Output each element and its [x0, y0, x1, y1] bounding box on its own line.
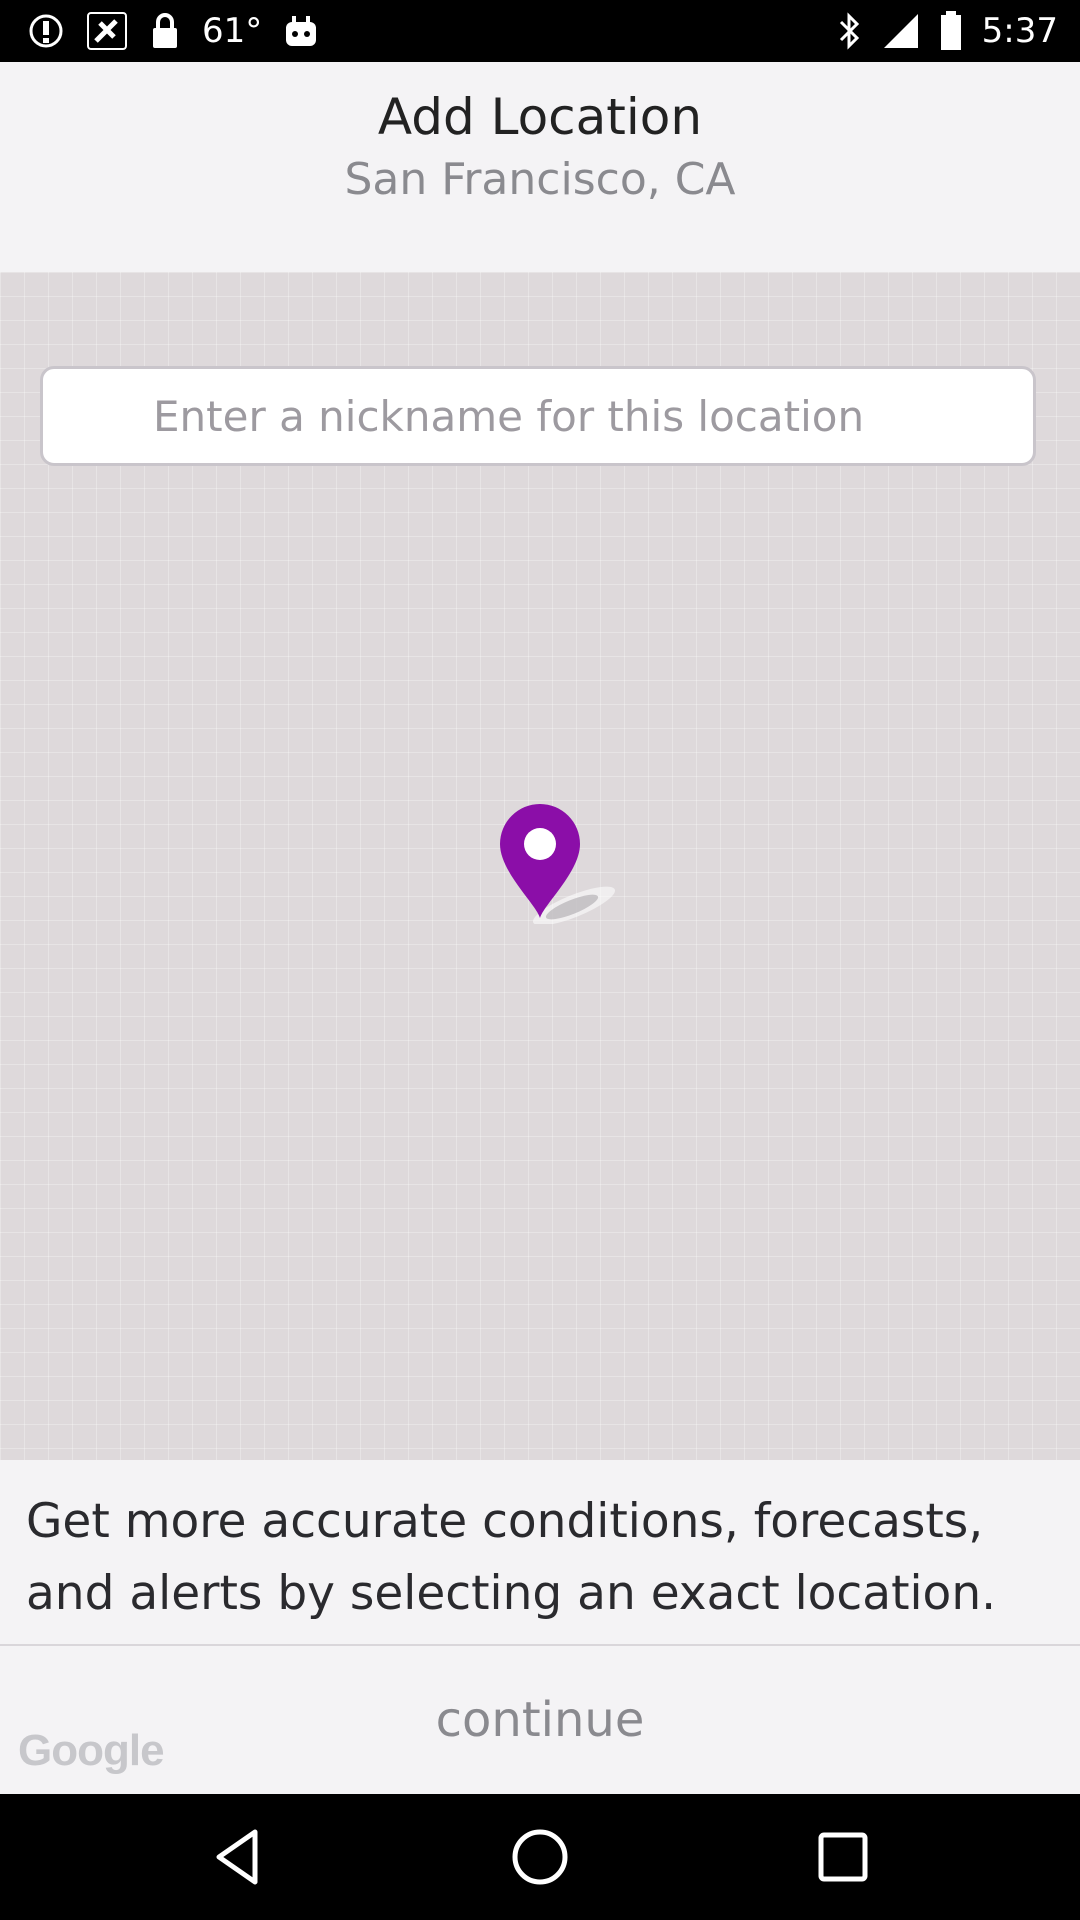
- header: Add Location San Francisco, CA: [0, 62, 1080, 272]
- map-view[interactable]: [0, 272, 1080, 1460]
- lock-icon: [150, 12, 180, 50]
- info-text: Get more accurate conditions, forecasts,…: [26, 1494, 997, 1621]
- bluetooth-icon: [838, 12, 862, 50]
- footer: Google continue: [0, 1646, 1080, 1794]
- status-temperature: 61°: [202, 11, 263, 51]
- status-bar: 61° 5:37: [0, 0, 1080, 62]
- location-pin-icon[interactable]: [496, 794, 626, 926]
- continue-button[interactable]: continue: [300, 1646, 780, 1794]
- alert-icon: [28, 13, 64, 49]
- nickname-input[interactable]: [40, 366, 1036, 466]
- home-icon[interactable]: [507, 1824, 573, 1890]
- status-time: 5:37: [981, 11, 1058, 51]
- navigation-bar: [0, 1794, 1080, 1920]
- google-logo: Google: [18, 1726, 165, 1775]
- battery-icon: [940, 11, 962, 51]
- page-title: Add Location: [377, 88, 703, 146]
- info-panel: Get more accurate conditions, forecasts,…: [0, 1460, 1080, 1646]
- recents-icon[interactable]: [810, 1824, 876, 1890]
- weather-app-icon: [284, 14, 318, 48]
- status-left: 61°: [28, 10, 318, 52]
- signal-icon: [882, 12, 920, 50]
- location-subtitle: San Francisco, CA: [344, 154, 736, 205]
- status-right: 5:37: [838, 10, 1058, 52]
- fake-gps-icon: [86, 11, 128, 51]
- back-icon[interactable]: [205, 1824, 271, 1890]
